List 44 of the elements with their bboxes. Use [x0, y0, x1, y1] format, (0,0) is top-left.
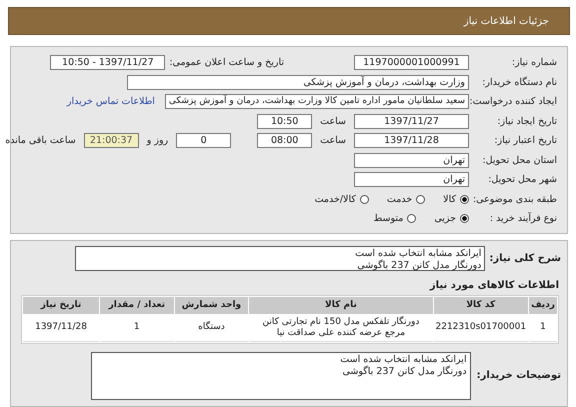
days-field: 0: [176, 133, 232, 148]
table-cell: دورنگار تلفکس مدل 150 نام تجارتی کانن مرجع عرضه کننده علی صداقت نیا: [249, 314, 432, 342]
province-field: تهران: [354, 152, 469, 168]
days-label: روز و: [145, 135, 170, 146]
buyer-field: وزارت بهداشت، درمان و آموزش پزشکی: [127, 74, 469, 90]
summary-field: ایرانکد مشابه انتخاب شده است دورنگار مدل کانن 237 باگوشی: [75, 246, 486, 270]
radio-option[interactable]: خدمت: [386, 194, 426, 205]
radio-option[interactable]: متوسط: [373, 213, 416, 224]
page-title: جزئیات اطلاعات نیاز: [464, 16, 549, 26]
field-label: تاریخ ایجاد نیاز:: [496, 116, 558, 127]
field-label: استان محل تحویل:: [481, 154, 558, 166]
remaining-time-field: 21:00:37: [84, 133, 139, 148]
time-field: 10:50: [257, 114, 312, 129]
date-field: 1397/11/28: [354, 133, 469, 148]
column-header: تاریخ نیاز: [23, 296, 100, 314]
time-label: ساعت: [319, 135, 347, 146]
field-label: تاریخ اعتبار نیاز:: [493, 135, 558, 146]
time-field: 08:00: [257, 133, 312, 148]
notes-field: ایرانکد مشابه انتخاب شده است دورنگار مدل کانن 237 باگوشی: [90, 352, 471, 400]
column-header: تعداد / مقدار: [100, 296, 174, 314]
section-title: اطلاعات کالاهای مورد نیاز: [428, 278, 560, 292]
radio-option[interactable]: کالا/خدمت: [314, 194, 369, 205]
field-label: نوع فرآیند خرید :: [488, 213, 558, 224]
field-label: توضیحات خریدار:: [476, 370, 562, 381]
field-label: تاریخ و ساعت اعلان عمومی:: [169, 57, 284, 68]
field-label: طبقه بندی موضوعی:: [473, 194, 558, 205]
contact-link[interactable]: اطلاعات تماس خریدار: [66, 96, 155, 108]
date-field: 1397/11/27: [354, 114, 469, 129]
column-header: کد کالا: [434, 296, 528, 314]
field-label: نام دستگاه خریدار:: [481, 76, 558, 88]
column-header: ردیف: [529, 296, 557, 314]
field-label: شهر محل تحویل:: [487, 174, 558, 186]
announce-date-field: 1397/11/27 - 10:50: [50, 55, 166, 70]
radio-option[interactable]: کالا: [443, 194, 469, 205]
field-label: ایجاد کننده درخواست:: [473, 96, 558, 108]
need-number-field: 1197000001000991: [354, 55, 469, 70]
column-header: نام کالا: [249, 296, 432, 314]
city-field: تهران: [354, 172, 469, 188]
column-header: واحد شمارش: [174, 296, 248, 314]
time-label: ساعت: [319, 116, 347, 127]
remaining-label: ساعت باقی مانده: [4, 135, 77, 146]
field-label: شماره نیاز:: [510, 57, 558, 68]
radio-option[interactable]: جزیی: [434, 213, 469, 224]
field-label: شرح کلی نیاز:: [489, 252, 562, 264]
